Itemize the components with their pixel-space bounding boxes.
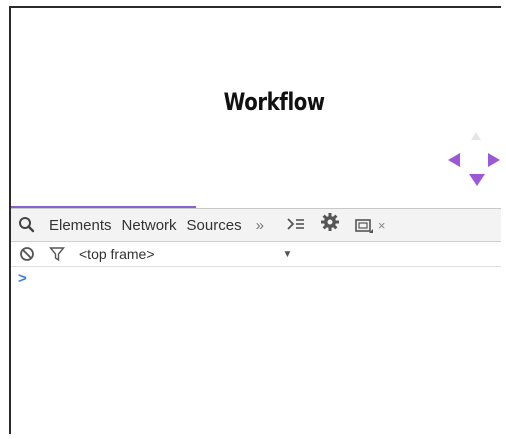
more-tabs-button[interactable]: »: [256, 217, 264, 234]
app-window: Workflow Elements Network Sources » × <t…: [9, 6, 501, 434]
devtools-panel: Elements Network Sources » × <top frame>…: [11, 208, 501, 434]
chevron-down-icon: ▼: [282, 248, 293, 260]
console-prompt-row: >: [11, 267, 501, 289]
devtools-tabbar: Elements Network Sources » ×: [11, 209, 501, 242]
execution-context-select[interactable]: <top frame> ▼: [79, 246, 292, 262]
page-viewport: Workflow: [11, 8, 501, 208]
page-title: Workflow: [223, 88, 325, 116]
arrow-left-icon[interactable]: [448, 153, 460, 167]
arrow-up-icon[interactable]: [471, 132, 481, 140]
filter-icon[interactable]: [49, 246, 65, 262]
tab-sources[interactable]: Sources: [187, 217, 242, 234]
console-drawer-icon[interactable]: [286, 216, 306, 235]
console-input[interactable]: [33, 269, 501, 287]
clear-console-icon[interactable]: [19, 246, 35, 262]
arrow-right-icon[interactable]: [488, 153, 500, 167]
tab-elements[interactable]: Elements: [49, 217, 112, 234]
arrow-down-icon[interactable]: [469, 174, 485, 186]
search-icon[interactable]: [18, 216, 36, 234]
gear-icon[interactable]: [320, 212, 340, 238]
execution-context-label: <top frame>: [79, 246, 155, 262]
tab-network[interactable]: Network: [122, 217, 177, 234]
console-prompt-icon: >: [18, 269, 27, 287]
direction-pad: [443, 130, 501, 194]
console-toolbar: <top frame> ▼: [11, 242, 501, 267]
close-icon[interactable]: ×: [378, 218, 386, 233]
dock-side-icon[interactable]: [354, 217, 373, 233]
